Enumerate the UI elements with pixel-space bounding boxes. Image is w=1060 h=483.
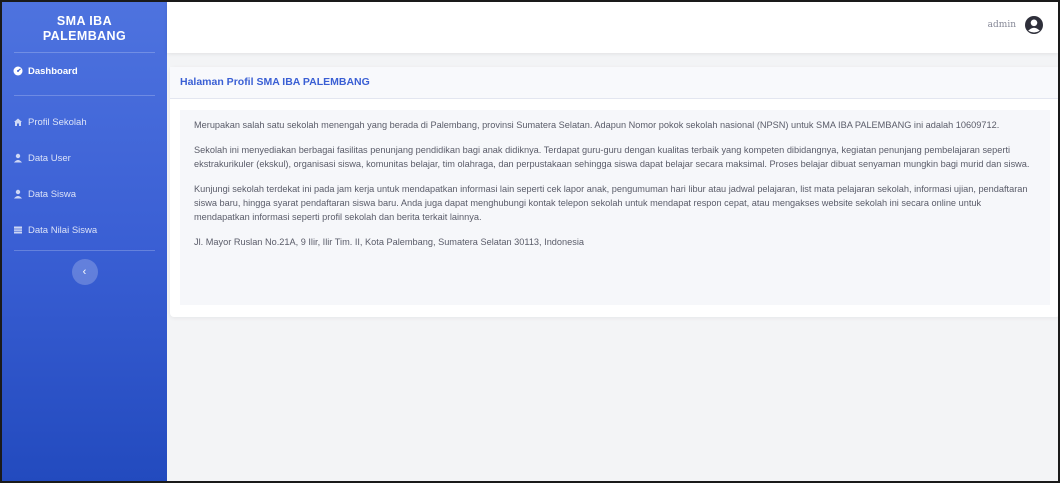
brand-line-1: SMA IBA <box>56 14 113 28</box>
sidebar-item-label: Dashboard <box>28 65 78 77</box>
profile-paragraph: Sekolah ini menyediakan berbagai fasilit… <box>194 145 1030 169</box>
profile-card: Halaman Profil SMA IBA PALEMBANG Merupak… <box>170 67 1058 317</box>
sidebar-item-data-siswa[interactable]: Data Siswa <box>2 176 167 212</box>
sidebar-divider <box>14 250 155 251</box>
sidebar-item-profil-sekolah[interactable]: Profil Sekolah <box>2 104 167 140</box>
sidebar-divider <box>14 95 155 96</box>
username-label: admin <box>987 20 1016 30</box>
card-title: Halaman Profil SMA IBA PALEMBANG <box>170 67 1058 99</box>
app-window: SMA IBA PALEMBANG Dashboard Profil Sekol… <box>0 0 1060 483</box>
profile-paragraph: Kunjungi sekolah terdekat ini pada jam k… <box>194 184 1028 222</box>
table-icon <box>14 226 22 234</box>
sidebar-item-label: Data User <box>28 152 71 164</box>
user-icon <box>14 189 22 199</box>
address-text: Jl. Mayor Ruslan No.21A, 9 Ilir, Ilir Ti… <box>194 237 584 247</box>
dashboard-icon <box>13 66 23 76</box>
profile-paragraph: Merupakan salah satu sekolah menengah ya… <box>194 120 1000 130</box>
sidebar-item-label: Data Siswa <box>28 188 77 200</box>
topbar: admin <box>167 2 1058 53</box>
sidebar-item-data-user[interactable]: Data User <box>2 140 167 176</box>
user-icon <box>14 153 22 163</box>
sidebar-toggle-button[interactable]: ‹ <box>71 259 98 285</box>
sidebar-item-data-nilai-siswa[interactable]: Data Nilai Siswa <box>2 212 167 248</box>
sidebar-item-label: Profil Sekolah <box>28 116 87 128</box>
brand-line-2: PALEMBANG <box>42 29 127 43</box>
card-body: Merupakan salah satu sekolah menengah ya… <box>180 110 1050 305</box>
chevron-left-icon: ‹ <box>82 266 87 278</box>
home-icon <box>14 118 22 126</box>
sidebar-item-label: Data Nilai Siswa <box>28 224 98 236</box>
sidebar-brand[interactable]: SMA IBA PALEMBANG <box>2 2 167 52</box>
user-menu[interactable]: admin <box>988 15 1044 35</box>
sidebar: SMA IBA PALEMBANG Dashboard Profil Sekol… <box>2 2 167 481</box>
user-avatar-icon <box>1025 16 1043 34</box>
sidebar-item-dashboard[interactable]: Dashboard <box>2 53 167 89</box>
